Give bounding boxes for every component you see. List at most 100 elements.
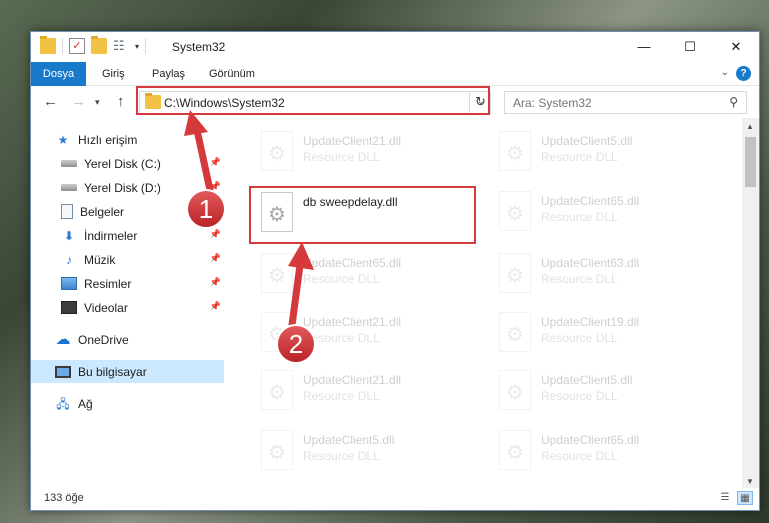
file-name: UpdateClient21.dll bbox=[303, 315, 402, 329]
file-name: UpdateClient21.dll bbox=[303, 134, 402, 148]
dll-file-icon: ⚙ bbox=[255, 253, 299, 301]
documents-icon bbox=[61, 204, 73, 219]
file-item[interactable]: ⚙ UpdateClient19.dll Resource DLL bbox=[491, 310, 711, 360]
close-button[interactable]: ✕ bbox=[713, 32, 759, 62]
dll-file-icon: ⚙ bbox=[255, 131, 299, 179]
search-icon[interactable]: ⚲ bbox=[729, 95, 738, 109]
file-highlight-box bbox=[249, 186, 476, 244]
sidebar-item-label: Resimler bbox=[84, 276, 132, 291]
quick-access-toolbar: ✓ ☷ ▾ bbox=[40, 36, 147, 54]
sidebar-item-this-pc[interactable]: Bu bilgisayar bbox=[31, 360, 224, 383]
sidebar-item-label: İndirmeler bbox=[84, 228, 138, 243]
sidebar-item-onedrive[interactable]: ☁ OneDrive bbox=[31, 328, 224, 351]
large-icons-view-icon[interactable]: ▦ bbox=[737, 491, 753, 505]
sidebar-item-videos[interactable]: Videolar 📌 bbox=[31, 296, 224, 319]
music-icon: ♪ bbox=[66, 252, 72, 267]
item-count: 133 öğe bbox=[44, 492, 84, 504]
file-type: Resource DLL bbox=[541, 150, 618, 164]
dll-file-icon: ⚙ bbox=[255, 370, 299, 418]
scroll-up-icon[interactable]: ▲ bbox=[746, 122, 754, 131]
file-item[interactable]: ⚙ UpdateClient21.dll Resource DLL bbox=[253, 129, 473, 179]
tab-share[interactable]: Paylaş bbox=[152, 62, 185, 86]
step-badge-2-label: 2 bbox=[288, 329, 304, 359]
pin-icon: 📌 bbox=[209, 157, 221, 167]
toolbar-divider bbox=[145, 38, 147, 54]
recent-locations-icon[interactable]: ▾ bbox=[95, 97, 100, 108]
navigation-pane: ★ Hızlı erişim Yerel Disk (C:) 📌 Yerel D… bbox=[31, 128, 226, 478]
scroll-thumb[interactable] bbox=[745, 137, 756, 187]
vertical-scrollbar[interactable]: ▲ ▼ bbox=[742, 118, 759, 488]
file-type: Resource DLL bbox=[303, 389, 380, 403]
sidebar-item-local-disk-c[interactable]: Yerel Disk (C:) 📌 bbox=[31, 152, 224, 175]
file-item[interactable]: ⚙ UpdateClient65.dll Resource DLL bbox=[491, 189, 711, 239]
cloud-icon: ☁ bbox=[55, 330, 71, 348]
file-name: UpdateClient21.dll bbox=[303, 373, 402, 387]
file-name: UpdateClient5.dll bbox=[541, 373, 633, 387]
download-icon: ⬇ bbox=[63, 228, 75, 243]
sidebar-item-label: OneDrive bbox=[78, 332, 129, 347]
search-input[interactable] bbox=[513, 93, 713, 113]
sidebar-item-label: Müzik bbox=[84, 252, 116, 267]
scroll-down-icon[interactable]: ▼ bbox=[746, 477, 754, 486]
file-type: Resource DLL bbox=[541, 210, 618, 224]
sidebar-item-label: Yerel Disk (C:) bbox=[84, 156, 161, 171]
pictures-icon bbox=[61, 277, 77, 290]
sidebar-item-network[interactable]: 🖧 Ağ bbox=[31, 392, 224, 415]
sidebar-item-music[interactable]: ♪ Müzik 📌 bbox=[31, 248, 224, 271]
window-controls: — ☐ ✕ bbox=[621, 32, 759, 62]
window-title: System32 bbox=[172, 40, 226, 54]
file-type: Resource DLL bbox=[303, 150, 380, 164]
details-view-icon[interactable]: ☰ bbox=[717, 491, 733, 505]
pin-icon: 📌 bbox=[209, 301, 221, 311]
file-item[interactable]: ⚙ UpdateClient5.dll Resource DLL bbox=[253, 428, 473, 478]
tab-view[interactable]: Görünüm bbox=[209, 62, 255, 86]
file-type: Resource DLL bbox=[541, 331, 618, 345]
file-item[interactable]: ⚙ UpdateClient65.dll Resource DLL bbox=[253, 251, 473, 301]
properties-check-icon[interactable]: ✓ bbox=[69, 38, 85, 54]
back-arrow-icon[interactable]: ← bbox=[43, 93, 58, 110]
maximize-button[interactable]: ☐ bbox=[667, 32, 713, 62]
file-item[interactable]: ⚙ UpdateClient5.dll Resource DLL bbox=[491, 129, 711, 179]
new-folder-icon[interactable] bbox=[91, 36, 107, 54]
sidebar-item-label: Yerel Disk (D:) bbox=[84, 180, 161, 195]
minimize-button[interactable]: — bbox=[621, 32, 667, 62]
sidebar-item-pictures[interactable]: Resimler 📌 bbox=[31, 272, 224, 295]
dll-file-icon: ⚙ bbox=[493, 131, 537, 179]
file-name: UpdateClient63.dll bbox=[541, 256, 640, 270]
folder-icon[interactable] bbox=[40, 36, 56, 54]
help-icon[interactable]: ? bbox=[736, 66, 751, 81]
tab-file[interactable]: Dosya bbox=[31, 62, 86, 86]
toolbar-divider bbox=[62, 38, 63, 54]
expand-ribbon-icon[interactable]: ⌄ bbox=[721, 67, 729, 78]
sidebar-item-label: Videolar bbox=[84, 300, 128, 315]
file-item[interactable]: ⚙ UpdateClient5.dll Resource DLL bbox=[491, 368, 711, 418]
view-switcher: ☰ ▦ bbox=[717, 491, 753, 505]
file-item[interactable]: ⚙ UpdateClient63.dll Resource DLL bbox=[491, 251, 711, 301]
file-list: ⚙ UpdateClient21.dll Resource DLL ⚙ db s… bbox=[227, 120, 741, 486]
dll-file-icon: ⚙ bbox=[493, 312, 537, 360]
sidebar-item-quick-access[interactable]: ★ Hızlı erişim bbox=[31, 128, 224, 151]
title-bar: ✓ ☷ ▾ System32 — ☐ ✕ bbox=[31, 32, 759, 62]
file-name: UpdateClient65.dll bbox=[541, 433, 640, 447]
file-type: Resource DLL bbox=[303, 272, 380, 286]
network-icon: 🖧 bbox=[56, 396, 70, 411]
file-name: UpdateClient19.dll bbox=[541, 315, 640, 329]
file-item[interactable]: ⚙ UpdateClient65.dll Resource DLL bbox=[491, 428, 711, 478]
pin-icon: 📌 bbox=[209, 229, 221, 239]
properties-icon[interactable]: ☷ bbox=[113, 38, 129, 54]
forward-arrow-icon[interactable]: → bbox=[71, 93, 86, 110]
address-highlight-box bbox=[136, 86, 490, 115]
customize-toolbar-icon[interactable]: ▾ bbox=[135, 42, 139, 51]
file-type: Resource DLL bbox=[541, 449, 618, 463]
search-box[interactable]: ⚲ bbox=[504, 91, 747, 114]
file-type: Resource DLL bbox=[541, 272, 618, 286]
video-icon bbox=[61, 301, 77, 314]
dll-file-icon: ⚙ bbox=[493, 370, 537, 418]
sidebar-item-label: Belgeler bbox=[80, 204, 125, 219]
file-item[interactable]: ⚙ UpdateClient21.dll Resource DLL bbox=[253, 368, 473, 418]
computer-icon bbox=[55, 365, 71, 378]
tab-home[interactable]: Giriş bbox=[102, 62, 125, 86]
sidebar-item-label: Bu bilgisayar bbox=[78, 364, 147, 379]
up-arrow-icon[interactable]: ↑ bbox=[117, 93, 125, 110]
sidebar-item-label: Hızlı erişim bbox=[78, 132, 138, 147]
